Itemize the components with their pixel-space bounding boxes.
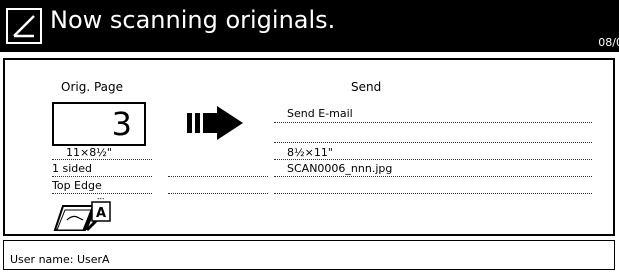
orig-orientation-value: Top Edge — [52, 179, 102, 192]
user-status-bar: User name: UserA — [3, 240, 615, 270]
send-method-value: Send E-mail — [287, 107, 353, 120]
divider — [274, 142, 592, 143]
divider — [52, 193, 152, 194]
dest-size-value: 8½×11" — [287, 146, 333, 159]
page-count-value: 3 — [111, 105, 132, 143]
send-label: Send — [351, 80, 382, 94]
orig-sides-value: 1 sided — [52, 162, 93, 175]
header-bar: Now scanning originals. 08/0 — [0, 0, 619, 52]
orig-page-label: Orig. Page — [61, 80, 124, 94]
divider — [168, 193, 268, 194]
scan-status-panel: Orig. Page 3 11×8½" 1 sided Top Edge Sen… — [3, 58, 615, 236]
divider — [52, 176, 152, 177]
date-label: 08/0 — [598, 36, 619, 49]
dest-filename-value: SCAN0006_nnn.jpg — [287, 162, 393, 175]
divider — [52, 159, 152, 160]
divider — [274, 193, 592, 194]
original-orientation-icon: *** A — [91, 197, 111, 226]
user-name-value: UserA — [76, 253, 110, 266]
divider — [274, 176, 592, 177]
user-name-caption: User name: — [10, 253, 74, 266]
divider — [274, 159, 592, 160]
page-count-box: 3 — [52, 102, 146, 146]
send-arrow-icon — [187, 106, 249, 144]
divider — [168, 176, 268, 177]
divider — [274, 122, 592, 123]
orig-size-value: 11×8½" — [66, 146, 112, 159]
svg-text:***: *** — [97, 198, 105, 203]
document-edit-icon — [6, 8, 42, 44]
svg-text:A: A — [96, 206, 106, 221]
page-title: Now scanning originals. — [50, 6, 336, 34]
user-name-label: User name: UserA — [10, 253, 110, 266]
